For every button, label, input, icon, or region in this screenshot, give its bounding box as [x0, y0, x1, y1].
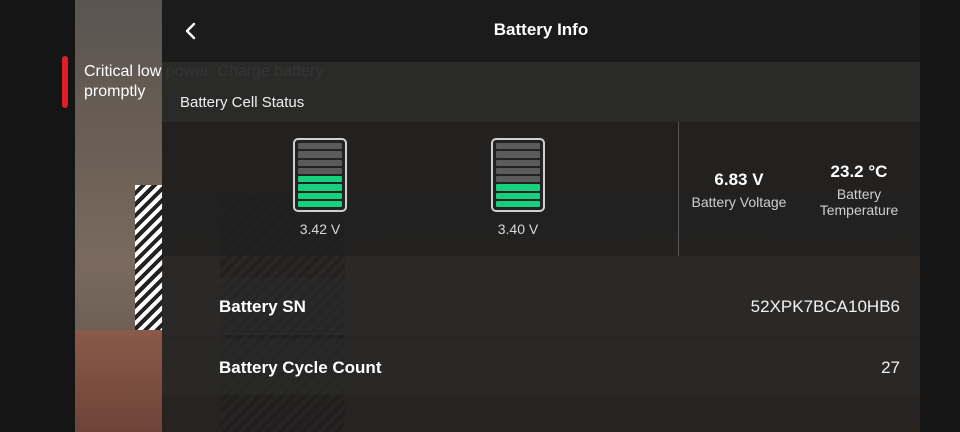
- cell-status-title: Battery Cell Status: [180, 94, 305, 111]
- battery-sn-value: 52XPK7BCA10HB6: [750, 297, 900, 316]
- battery-cell-2: 3.40 V: [488, 138, 548, 237]
- cell-voltage-label: 3.40 V: [497, 221, 539, 237]
- temperature-label-line2: Temperature: [819, 202, 899, 218]
- cell-level-segment-filled: [496, 200, 540, 207]
- battery-cycle-value: 27: [881, 358, 900, 377]
- cell-level-segment-empty: [496, 176, 540, 183]
- camera-floor-area: [75, 330, 165, 432]
- battery-cell-icon: [293, 138, 347, 212]
- battery-cell-icon: [491, 138, 545, 212]
- cell-voltage-label: 3.42 V: [299, 221, 341, 237]
- battery-temperature-value: 23.2 °C: [830, 162, 888, 181]
- camera-window-pattern: [135, 185, 163, 340]
- battery-voltage-stat: 6.83 V Battery Voltage: [680, 170, 798, 210]
- warning-indicator-bar: [62, 56, 68, 108]
- cell-level-segment-filled: [298, 192, 342, 199]
- cell-level-segment-empty: [298, 143, 342, 150]
- cell-level-segment-filled: [496, 192, 540, 199]
- cell-status-section-header: [162, 62, 920, 122]
- battery-sn-label: Battery SN: [219, 297, 306, 316]
- battery-info-panel: Battery Info Battery Cell Status 3.42 V …: [162, 0, 920, 432]
- battery-voltage-label: Battery Voltage: [691, 194, 787, 210]
- cell-level-segment-empty: [298, 159, 342, 166]
- row-divider: [162, 334, 920, 335]
- cell-level-segment-empty: [496, 143, 540, 150]
- battery-temperature-label: Battery Temperature: [804, 186, 914, 218]
- status-divider: [678, 122, 679, 256]
- battery-cycle-label: Battery Cycle Count: [219, 358, 382, 377]
- cell-level-segment-filled: [496, 184, 540, 191]
- cell-level-segment-empty: [496, 151, 540, 158]
- right-black-margin: [920, 0, 960, 432]
- temperature-label-line1: Battery: [836, 186, 882, 202]
- battery-voltage-value: 6.83 V: [714, 170, 764, 189]
- page-title: Battery Info: [493, 20, 589, 39]
- cell-level-segment-empty: [496, 159, 540, 166]
- battery-sn-row: Battery SN 52XPK7BCA10HB6: [162, 278, 920, 334]
- cell-level-segment-filled: [298, 200, 342, 207]
- cell-level-segment-empty: [298, 151, 342, 158]
- battery-cell-1: 3.42 V: [290, 138, 350, 237]
- panel-header: Battery Info: [162, 0, 920, 62]
- cell-level-segment-filled: [298, 184, 342, 191]
- battery-temperature-stat: 23.2 °C Battery Temperature: [804, 162, 914, 218]
- cell-level-segment-empty: [496, 167, 540, 174]
- cell-level-segment-filled: [298, 176, 342, 183]
- cell-level-segment-empty: [298, 167, 342, 174]
- battery-cycle-row: Battery Cycle Count 27: [162, 339, 920, 395]
